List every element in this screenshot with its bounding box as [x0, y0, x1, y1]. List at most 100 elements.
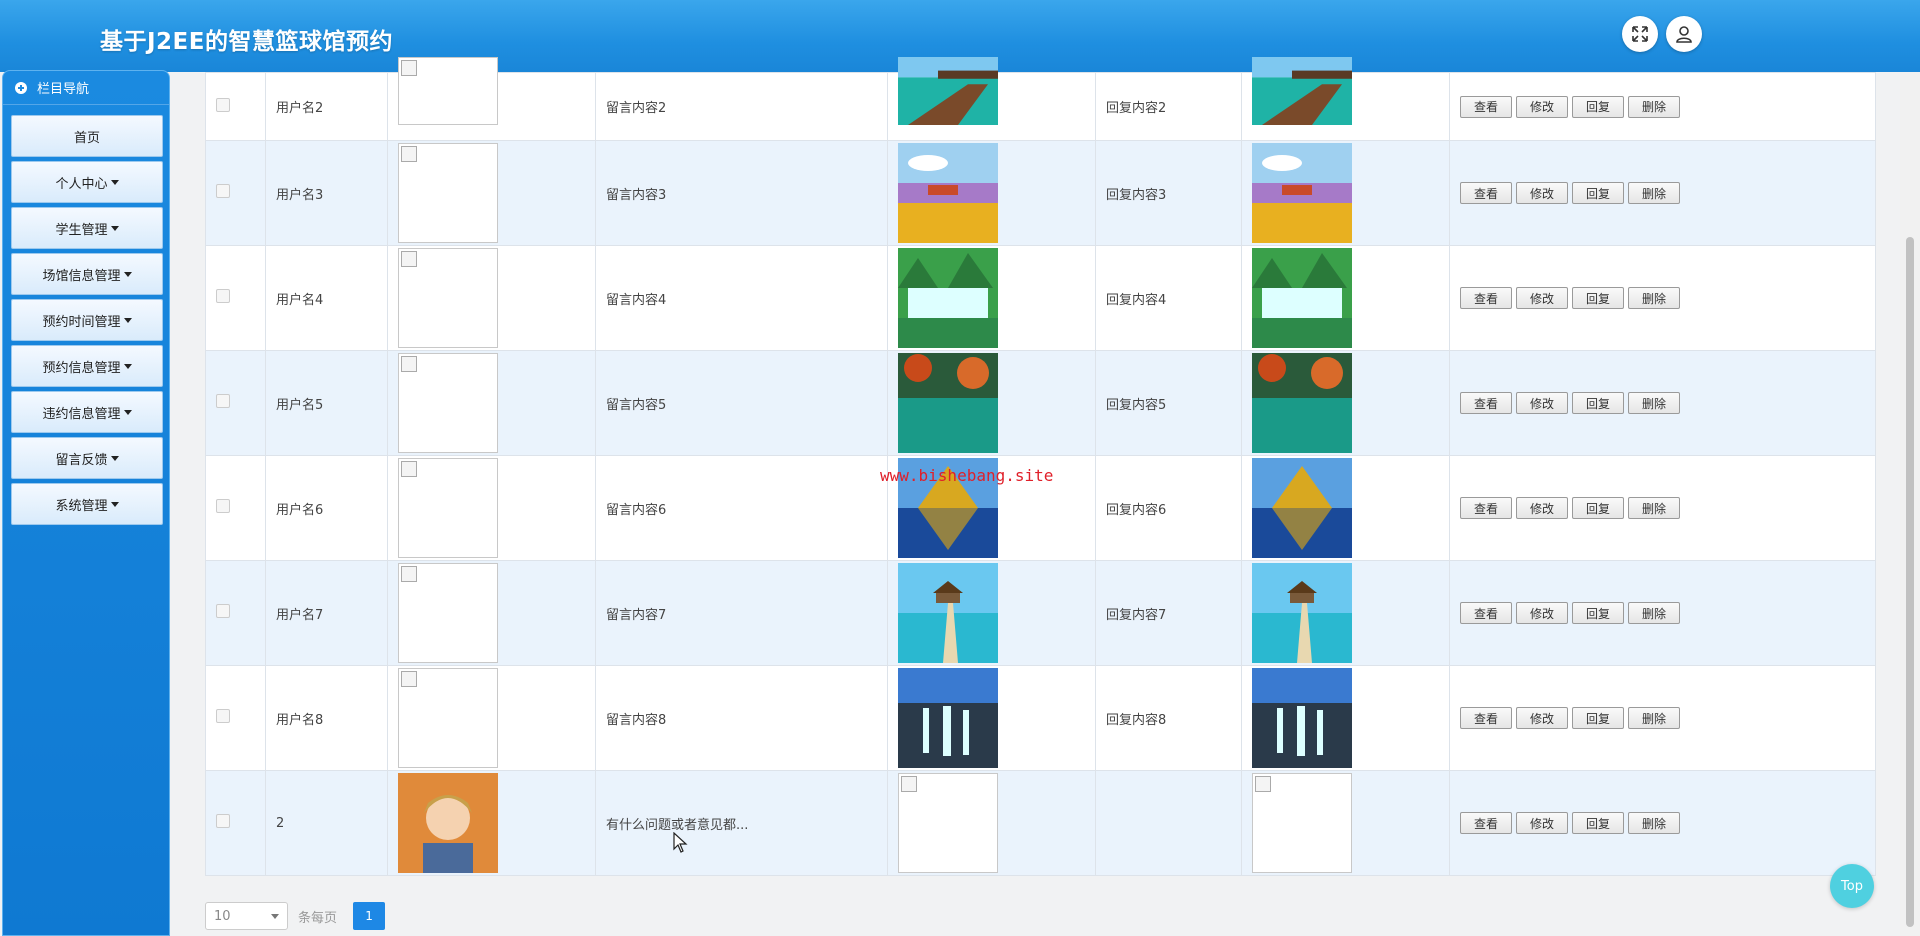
action-button-3[interactable]: 删除: [1628, 707, 1680, 729]
reply-content-cell: 回复内容5: [1106, 397, 1167, 413]
row-checkbox[interactable]: [216, 394, 230, 408]
action-button-1[interactable]: 修改: [1516, 95, 1568, 118]
reply-image: [1252, 143, 1439, 243]
action-button-1[interactable]: 修改: [1516, 707, 1568, 729]
table-row: 用户名2 留言内容2 回复内容2 查看 修改 回复 删除: [205, 56, 1876, 141]
back-to-top-button[interactable]: Top: [1830, 864, 1874, 908]
action-button-1[interactable]: 修改: [1516, 497, 1568, 519]
username-cell: 用户名5: [276, 397, 324, 413]
username-cell: 用户名3: [276, 187, 324, 203]
message-content-cell: 留言内容5: [606, 397, 667, 413]
reply-image: [1252, 248, 1439, 348]
message-image: [898, 353, 1085, 453]
reply-image: [1252, 458, 1439, 558]
message-content-cell: 留言内容7: [606, 607, 667, 623]
fullscreen-button[interactable]: [1622, 16, 1658, 52]
action-button-1[interactable]: 修改: [1516, 182, 1568, 204]
sidebar-item-0[interactable]: 首页: [11, 115, 163, 157]
caret-down-icon: [110, 179, 119, 185]
action-button-0[interactable]: 查看: [1460, 497, 1512, 519]
action-button-3[interactable]: 删除: [1628, 497, 1680, 519]
sidebar-item-1[interactable]: 个人中心: [11, 161, 163, 203]
broken-image-icon: [1252, 773, 1352, 873]
message-content-cell: 留言内容2: [606, 101, 667, 116]
message-image: [898, 143, 1085, 243]
action-button-2[interactable]: 回复: [1572, 392, 1624, 414]
caret-down-icon: [123, 271, 132, 277]
user-button[interactable]: [1666, 16, 1702, 52]
table-row: 用户名7 留言内容7 回复内容7 查看 修改 回复 删除: [205, 560, 1876, 666]
action-button-3[interactable]: 删除: [1628, 182, 1680, 204]
plus-circle-icon: [15, 81, 27, 94]
reply-content-cell: 回复内容2: [1106, 101, 1167, 116]
broken-image-icon: [398, 668, 498, 768]
message-image: [898, 668, 1085, 768]
row-checkbox[interactable]: [216, 184, 230, 198]
reply-content-cell: 回复内容7: [1106, 607, 1167, 623]
row-checkbox[interactable]: [216, 289, 230, 303]
action-button-3[interactable]: 删除: [1628, 812, 1680, 834]
sidebar-item-4[interactable]: 预约时间管理: [11, 299, 163, 341]
action-button-3[interactable]: 删除: [1628, 392, 1680, 414]
row-checkbox[interactable]: [216, 814, 230, 828]
action-button-2[interactable]: 回复: [1572, 182, 1624, 204]
action-button-0[interactable]: 查看: [1460, 95, 1512, 118]
username-cell: 用户名2: [276, 101, 324, 116]
row-actions: 查看 修改 回复 删除: [1460, 602, 1865, 624]
action-button-0[interactable]: 查看: [1460, 707, 1512, 729]
action-button-0[interactable]: 查看: [1460, 602, 1512, 624]
action-button-0[interactable]: 查看: [1460, 812, 1512, 834]
page-button-current[interactable]: 1: [353, 902, 386, 930]
action-button-2[interactable]: 回复: [1572, 812, 1624, 834]
caret-down-icon: [123, 317, 132, 323]
action-button-3[interactable]: 删除: [1628, 287, 1680, 309]
action-button-2[interactable]: 回复: [1572, 287, 1624, 309]
sidebar-header: 栏目导航: [3, 71, 169, 105]
broken-image-icon: [898, 773, 998, 873]
action-button-3[interactable]: 删除: [1628, 602, 1680, 624]
message-image: [898, 563, 1085, 663]
broken-image-icon: [398, 248, 498, 348]
sidebar-item-2[interactable]: 学生管理: [11, 207, 163, 249]
row-actions: 查看 修改 回复 删除: [1460, 812, 1865, 834]
row-actions: 查看 修改 回复 删除: [1460, 392, 1865, 414]
row-checkbox[interactable]: [216, 499, 230, 513]
scrollbar-thumb[interactable]: [1906, 237, 1914, 927]
action-button-2[interactable]: 回复: [1572, 707, 1624, 729]
caret-down-icon: [110, 225, 119, 231]
action-button-2[interactable]: 回复: [1572, 95, 1624, 118]
sidebar-item-3[interactable]: 场馆信息管理: [11, 253, 163, 295]
action-button-0[interactable]: 查看: [1460, 287, 1512, 309]
action-button-1[interactable]: 修改: [1516, 812, 1568, 834]
reply-content-cell: 回复内容3: [1106, 187, 1167, 203]
action-button-1[interactable]: 修改: [1516, 392, 1568, 414]
broken-image-icon: [398, 56, 498, 125]
row-checkbox[interactable]: [216, 604, 230, 618]
sidebar-item-7[interactable]: 留言反馈: [11, 437, 163, 479]
avatar: [398, 773, 585, 873]
action-button-1[interactable]: 修改: [1516, 602, 1568, 624]
page-size-select[interactable]: 10: [205, 902, 288, 930]
sidebar-item-label: 预约信息管理: [42, 360, 121, 376]
watermark: www.bishebang.site: [880, 466, 1054, 485]
action-button-0[interactable]: 查看: [1460, 182, 1512, 204]
action-button-0[interactable]: 查看: [1460, 392, 1512, 414]
sidebar-item-6[interactable]: 违约信息管理: [11, 391, 163, 433]
broken-image-icon: [398, 563, 498, 663]
action-button-3[interactable]: 删除: [1628, 95, 1680, 118]
row-checkbox[interactable]: [216, 709, 230, 723]
sidebar-item-8[interactable]: 系统管理: [11, 483, 163, 525]
sidebar-item-label: 违约信息管理: [42, 406, 121, 422]
action-button-2[interactable]: 回复: [1572, 602, 1624, 624]
action-button-1[interactable]: 修改: [1516, 287, 1568, 309]
sidebar-item-5[interactable]: 预约信息管理: [11, 345, 163, 387]
action-button-2[interactable]: 回复: [1572, 497, 1624, 519]
sidebar-item-label: 首页: [73, 130, 100, 146]
reply-image: [1252, 353, 1439, 453]
sidebar-item-label: 系统管理: [55, 498, 108, 514]
reply-content-cell: 回复内容6: [1106, 502, 1167, 518]
message-image: [898, 56, 1085, 125]
page-scrollbar[interactable]: [1900, 72, 1920, 936]
username-cell: 用户名6: [276, 502, 324, 518]
row-checkbox[interactable]: [216, 97, 230, 112]
